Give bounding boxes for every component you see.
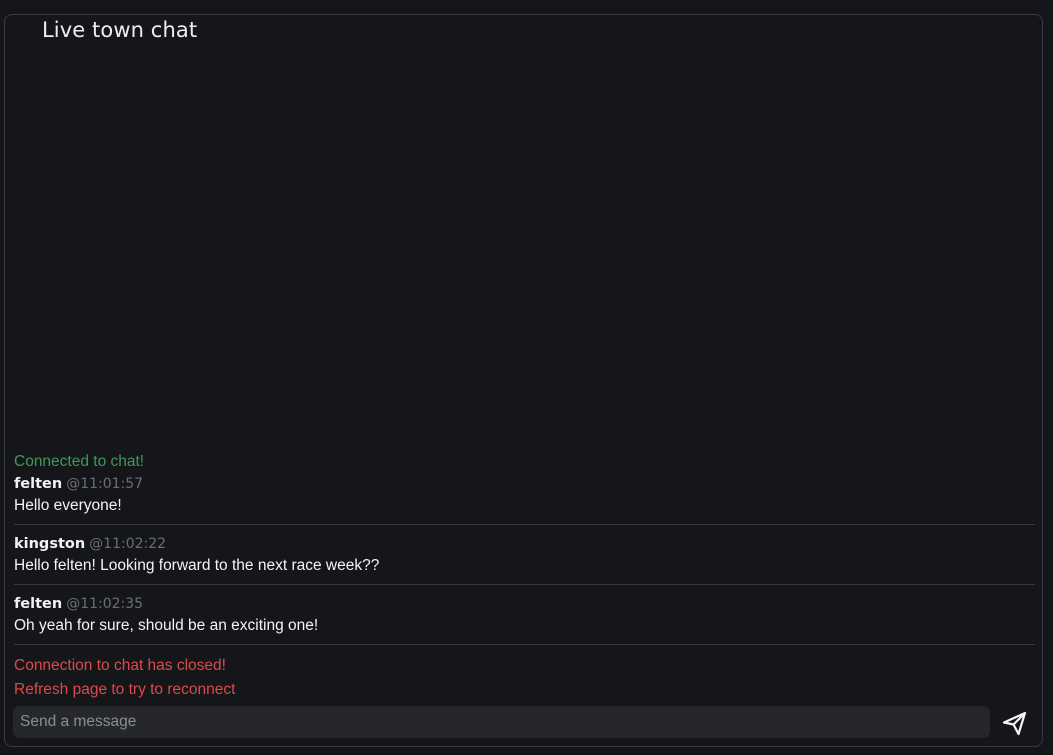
send-button[interactable] (998, 707, 1030, 739)
message-timestamp: @11:02:22 (89, 536, 167, 552)
message-text: Hello felten! Looking forward to the nex… (14, 557, 380, 574)
paper-plane-icon (998, 711, 1030, 742)
message-timestamp: @11:02:35 (66, 596, 144, 612)
message-text: Oh yeah for sure, should be an exciting … (14, 617, 319, 634)
status-connected: Connected to chat! (14, 453, 145, 470)
message-input[interactable] (13, 706, 990, 738)
message-meta: felten @11:01:57 (14, 474, 1035, 494)
message-author: kingston (14, 536, 86, 552)
chat-message: felten @11:01:57 Hello everyone! (14, 474, 1035, 525)
message-text: Hello everyone! (14, 497, 122, 514)
message-meta: kingston @11:02:22 (14, 534, 1035, 554)
message-author: felten (14, 596, 63, 612)
chat-message: kingston @11:02:22 Hello felten! Looking … (14, 534, 1035, 585)
message-list: Connected to chat! felten @11:01:57 Hello… (14, 450, 1035, 702)
status-refresh: Refresh page to try to reconnect (14, 681, 236, 698)
chat-message: felten @11:02:35 Oh yeah for sure, should… (14, 594, 1035, 645)
message-meta: felten @11:02:35 (14, 594, 1035, 614)
chat-title: Live town chat (35, 15, 205, 45)
message-author: felten (14, 476, 63, 492)
message-timestamp: @11:01:57 (66, 476, 144, 492)
status-closed: Connection to chat has closed! (14, 657, 226, 674)
